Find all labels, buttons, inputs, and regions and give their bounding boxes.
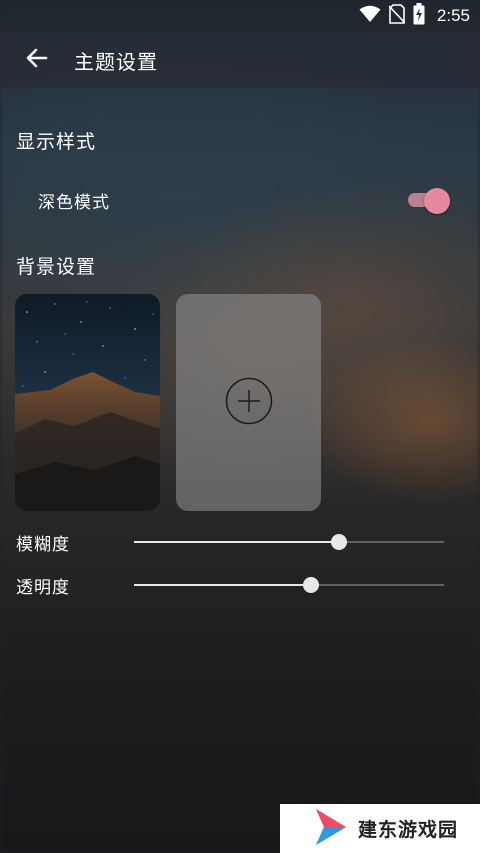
wifi-icon: [359, 5, 381, 27]
toggle-thumb: [424, 188, 450, 214]
blur-slider-row: 模糊度: [0, 527, 480, 557]
section-title-background: 背景设置: [16, 256, 97, 278]
status-bar: 2:55: [0, 0, 480, 32]
background-thumbnail-mountain[interactable]: [15, 294, 160, 511]
app-bar: 主题设置: [0, 32, 480, 88]
play-logo-icon: [314, 807, 348, 851]
section-title-display: 显示样式: [16, 131, 97, 153]
watermark-text: 建东游戏园: [358, 819, 459, 841]
opacity-slider-row: 透明度: [0, 570, 480, 600]
page-title: 主题设置: [74, 49, 158, 74]
dark-mode-row[interactable]: 深色模式: [0, 178, 480, 222]
plus-circle-icon: [225, 377, 273, 429]
arrow-left-icon: [25, 46, 49, 74]
status-time: 2:55: [436, 6, 470, 25]
opacity-slider[interactable]: [134, 577, 444, 593]
watermark: 建东游戏园: [280, 804, 480, 853]
back-button[interactable]: [0, 32, 74, 88]
opacity-label: 透明度: [16, 578, 70, 598]
add-background-button[interactable]: [176, 294, 321, 511]
opacity-slider-thumb[interactable]: [302, 577, 319, 593]
dark-mode-toggle[interactable]: [406, 188, 450, 214]
blur-slider-thumb[interactable]: [330, 534, 347, 550]
no-sim-icon: [388, 4, 406, 28]
blur-slider-fill: [134, 541, 339, 543]
dark-mode-label: 深色模式: [38, 192, 110, 213]
blur-slider[interactable]: [134, 534, 444, 550]
opacity-slider-fill: [134, 584, 311, 586]
blur-label: 模糊度: [16, 535, 70, 555]
battery-charging-icon: [413, 3, 425, 29]
